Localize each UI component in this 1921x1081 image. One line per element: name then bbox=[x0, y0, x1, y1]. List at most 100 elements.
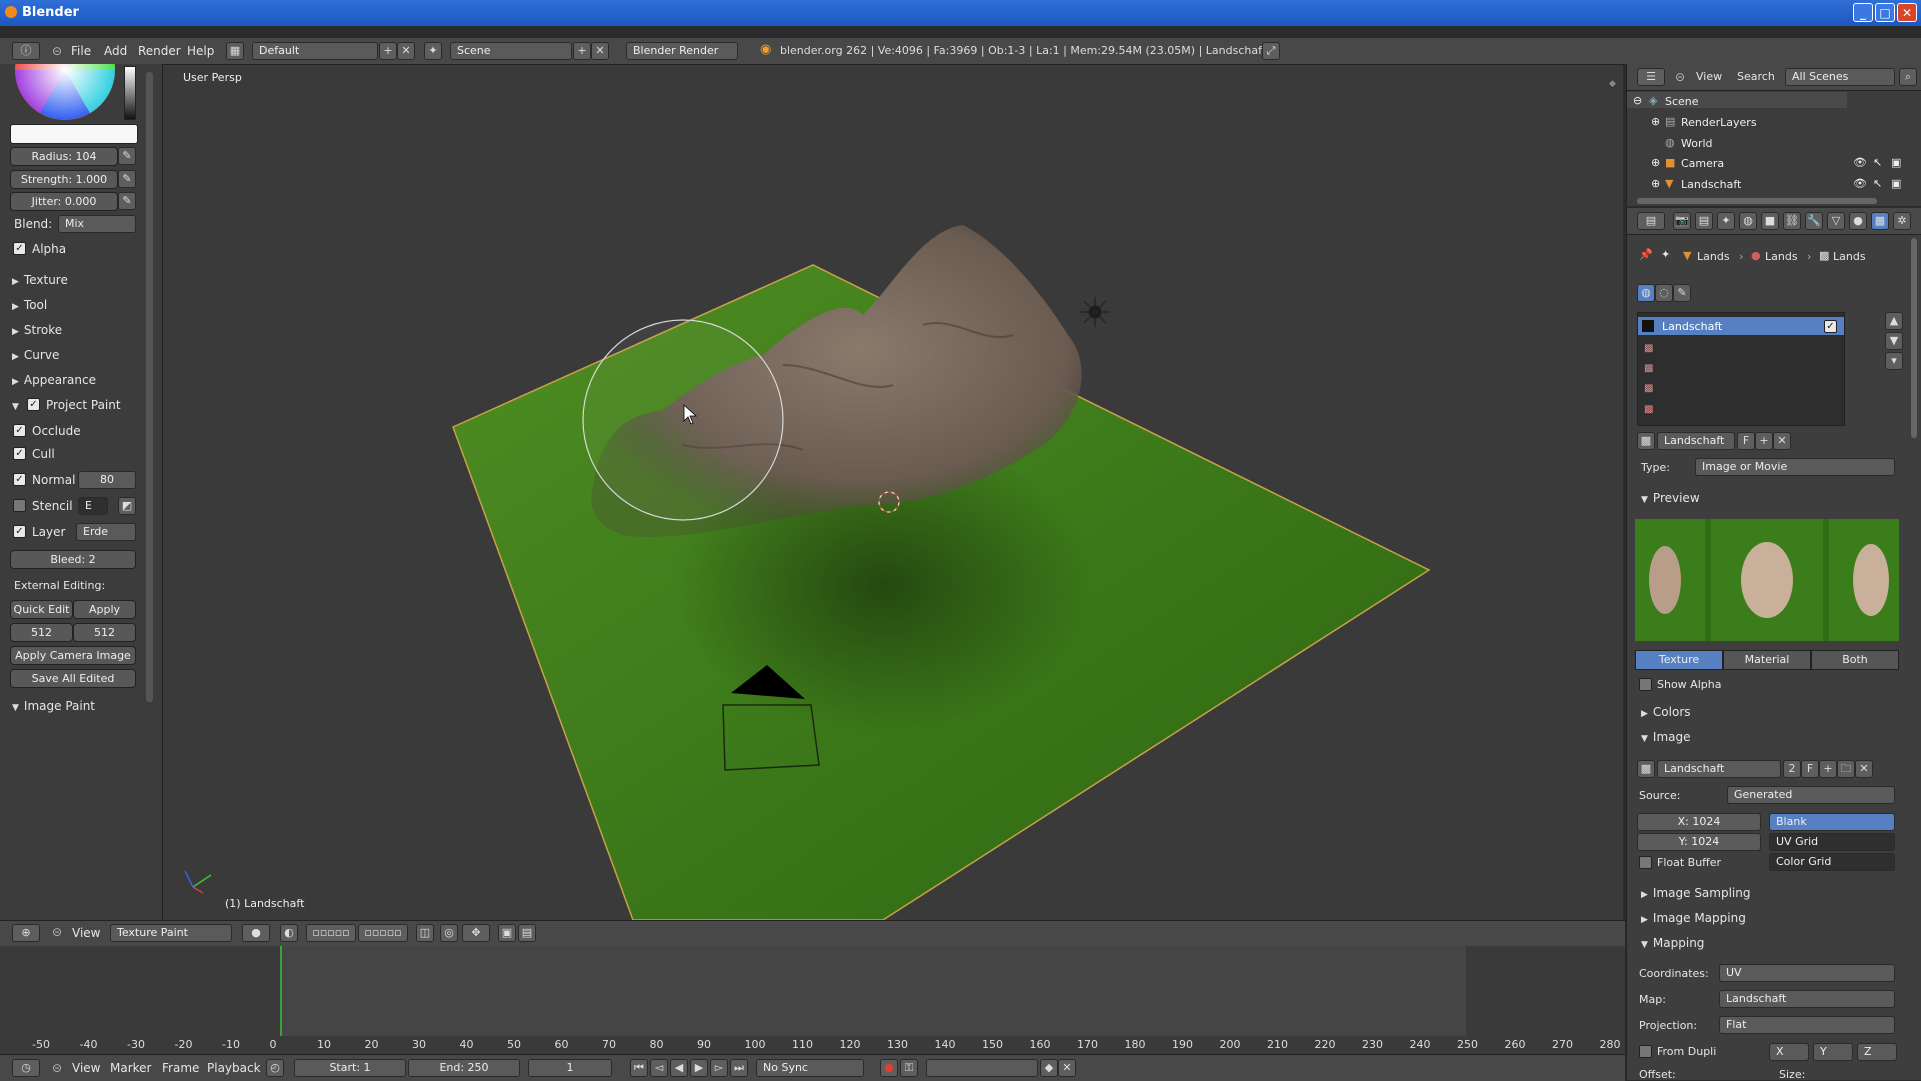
outliner-item-camera[interactable]: Camera bbox=[1681, 157, 1724, 170]
section-image-sampling[interactable]: ▶ Image Sampling bbox=[1641, 886, 1751, 900]
outliner-editor-type-icon[interactable]: ☰ bbox=[1637, 68, 1665, 86]
stencil-layer-field[interactable]: E bbox=[78, 497, 108, 515]
layers-grid-2[interactable]: ▫▫▫▫▫ bbox=[358, 924, 408, 942]
screen-layout-icon[interactable]: ▦ bbox=[226, 42, 244, 60]
section-stroke[interactable]: ▶ Stroke bbox=[12, 323, 62, 337]
sync-mode-dropdown[interactable]: No Sync bbox=[756, 1059, 864, 1077]
projection-dropdown[interactable]: Flat bbox=[1719, 1016, 1895, 1034]
outliner-filter-dropdown[interactable]: All Scenes bbox=[1785, 68, 1895, 86]
view3d-menu-view[interactable]: View bbox=[72, 926, 100, 940]
close-button[interactable]: ✕ bbox=[1897, 3, 1917, 22]
tool-shelf-scrollbar[interactable] bbox=[146, 72, 153, 702]
coordinates-dropdown[interactable]: UV bbox=[1719, 964, 1895, 982]
texture-unlink-icon[interactable]: ✕ bbox=[1773, 432, 1791, 450]
cull-checkbox[interactable]: ✓ bbox=[13, 447, 26, 460]
landschaft-visibility-eye-icon[interactable]: 👁 bbox=[1853, 177, 1867, 190]
float-buffer-checkbox[interactable] bbox=[1639, 856, 1652, 869]
outliner-item-landschaft[interactable]: Landschaft bbox=[1681, 178, 1741, 191]
axis-z-dropdown[interactable]: Z bbox=[1857, 1043, 1897, 1061]
lamp-icon[interactable] bbox=[1080, 297, 1110, 327]
timeline-menu-marker[interactable]: Marker bbox=[110, 1061, 151, 1075]
jump-start-icon[interactable]: ⏮ bbox=[630, 1059, 648, 1077]
axis-y-dropdown[interactable]: Y bbox=[1813, 1043, 1853, 1061]
stencil-checkbox[interactable] bbox=[13, 499, 26, 512]
stencil-invert-icon[interactable]: ◩ bbox=[118, 497, 136, 515]
axis-x-dropdown[interactable]: X bbox=[1769, 1043, 1809, 1061]
pivot-point-icon[interactable]: ◎ bbox=[440, 924, 458, 942]
image-new-icon[interactable]: + bbox=[1819, 760, 1837, 778]
tab-world-icon[interactable]: ◍ bbox=[1739, 212, 1757, 230]
bleed-field[interactable]: Bleed: 2 bbox=[10, 550, 136, 569]
section-image-paint[interactable]: ▼ Image Paint bbox=[12, 699, 95, 713]
jump-keyframe-forward-icon[interactable]: ▻ bbox=[710, 1059, 728, 1077]
renderlayers-expand-icon[interactable]: ⊕ bbox=[1651, 115, 1660, 128]
insert-keyframe-icon[interactable]: ◆ bbox=[1040, 1059, 1058, 1077]
project-paint-checkbox[interactable]: ✓ bbox=[27, 398, 40, 411]
play-reverse-icon[interactable]: ◀ bbox=[670, 1059, 688, 1077]
texture-slots-list[interactable]: Landschaft ✓ ▩ ▩ ▩ ▩ bbox=[1637, 312, 1845, 426]
show-alpha-checkbox[interactable] bbox=[1639, 678, 1652, 691]
breadcrumb-object[interactable]: Lands bbox=[1697, 250, 1730, 263]
generated-type-uv-grid[interactable]: UV Grid bbox=[1769, 833, 1895, 851]
properties-scrollbar[interactable] bbox=[1911, 238, 1917, 438]
slot-move-down-icon[interactable]: ▼ bbox=[1885, 332, 1903, 350]
outliner-menu-search[interactable]: Search bbox=[1737, 70, 1775, 83]
blend-dropdown[interactable]: Mix bbox=[58, 215, 136, 233]
texture-fake-user-button[interactable]: F bbox=[1737, 432, 1755, 450]
outliner-item-renderlayers[interactable]: RenderLayers bbox=[1681, 116, 1757, 129]
tab-particles-icon[interactable]: ✲ bbox=[1893, 212, 1911, 230]
texture-slot-enabled-checkbox[interactable]: ✓ bbox=[1824, 320, 1837, 333]
strength-field[interactable]: Strength: 1.000 bbox=[10, 170, 118, 189]
jitter-field[interactable]: Jitter: 0.000 bbox=[10, 192, 118, 211]
snap-icon[interactable]: ✥ bbox=[462, 924, 490, 942]
minimize-button[interactable]: _ bbox=[1853, 3, 1873, 22]
layer-dropdown[interactable]: Erde bbox=[76, 523, 136, 541]
texture-name-field[interactable]: Landschaft bbox=[1657, 432, 1735, 450]
color-wheel[interactable] bbox=[12, 64, 118, 120]
outliner-item-world[interactable]: World bbox=[1681, 137, 1713, 150]
image-open-folder-icon[interactable]: 🗀 bbox=[1837, 760, 1855, 778]
tab-render-icon[interactable]: 📷 bbox=[1673, 212, 1691, 230]
scene-field[interactable]: Scene bbox=[450, 42, 572, 60]
outliner-expand-icon[interactable]: ⊖ bbox=[1633, 94, 1642, 107]
start-frame-field[interactable]: Start: 1 bbox=[294, 1059, 406, 1077]
generated-type-blank[interactable]: Blank bbox=[1769, 813, 1895, 831]
menu-add[interactable]: Add bbox=[104, 44, 127, 58]
empty-slot-icon[interactable]: ▩ bbox=[1644, 383, 1653, 394]
jump-keyframe-back-icon[interactable]: ◅ bbox=[650, 1059, 668, 1077]
tab-material-icon[interactable]: ● bbox=[1849, 212, 1867, 230]
render-engine-dropdown[interactable]: Blender Render bbox=[626, 42, 738, 60]
image-size-y-field[interactable]: 512 bbox=[73, 623, 136, 642]
tab-scene-icon[interactable]: ✦ bbox=[1717, 212, 1735, 230]
timeline-menu-frame[interactable]: Frame bbox=[162, 1061, 199, 1075]
radius-field[interactable]: Radius: 104 bbox=[10, 147, 118, 166]
texture-context-brush-icon[interactable]: ✎ bbox=[1673, 284, 1691, 302]
collapse-menu-icon[interactable]: ⊝ bbox=[52, 44, 62, 58]
delete-screen-icon[interactable]: ✕ bbox=[397, 42, 415, 60]
image-width-field[interactable]: X: 1024 bbox=[1637, 813, 1761, 831]
scene-icon[interactable]: ✦ bbox=[424, 42, 442, 60]
from-dupli-checkbox[interactable] bbox=[1639, 1045, 1652, 1058]
preview-tab-both[interactable]: Both bbox=[1811, 650, 1899, 670]
viewport-shading-icon[interactable]: ● bbox=[242, 924, 270, 942]
timeline-area[interactable]: -50 -40 -30 -20 -10 0 10 20 30 40 50 60 70 80 90 100 110… bbox=[0, 946, 1625, 1054]
layers-grid-1[interactable]: ▫▫▫▫▫ bbox=[306, 924, 356, 942]
play-icon[interactable]: ▶ bbox=[690, 1059, 708, 1077]
tab-data-icon[interactable]: ▽ bbox=[1827, 212, 1845, 230]
mode-dropdown[interactable]: Texture Paint bbox=[110, 924, 232, 942]
outliner-item-scene[interactable]: Scene bbox=[1665, 95, 1699, 108]
outliner-collapse-icon[interactable]: ⊝ bbox=[1675, 70, 1685, 84]
add-screen-icon[interactable]: + bbox=[379, 42, 397, 60]
outliner-scrollbar[interactable] bbox=[1637, 198, 1877, 204]
tab-object-icon[interactable]: ■ bbox=[1761, 212, 1779, 230]
current-color-swatch[interactable] bbox=[10, 124, 138, 144]
render-preview-icon[interactable]: ▣ bbox=[498, 924, 516, 942]
camera-select-arrow-icon[interactable]: ↖ bbox=[1873, 156, 1882, 169]
texture-add-icon[interactable]: + bbox=[1755, 432, 1773, 450]
generated-type-color-grid[interactable]: Color Grid bbox=[1769, 853, 1895, 871]
image-datablock-icon[interactable]: ▩ bbox=[1637, 760, 1655, 778]
jitter-pressure-icon[interactable]: ✎ bbox=[118, 192, 136, 210]
image-name-field[interactable]: Landschaft bbox=[1657, 760, 1781, 778]
3d-viewport[interactable]: User Persp (1) Landschaft ◆ bbox=[163, 65, 1623, 920]
menu-help[interactable]: Help bbox=[187, 44, 214, 58]
